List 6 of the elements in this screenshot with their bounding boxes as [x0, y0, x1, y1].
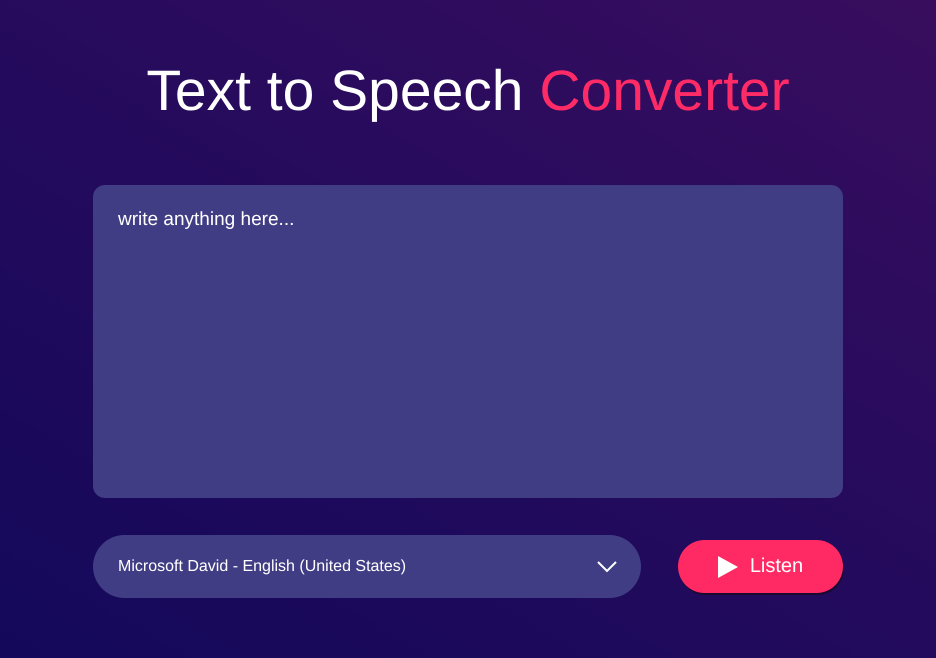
text-input-field[interactable]: write anything here... — [93, 185, 843, 498]
page-title: Text to Speech Converter — [146, 58, 790, 124]
play-icon — [718, 556, 738, 578]
chevron-down-icon — [597, 560, 617, 572]
listen-button[interactable]: Listen — [678, 540, 843, 593]
voice-select[interactable]: Microsoft David - English (United States) — [93, 535, 641, 598]
